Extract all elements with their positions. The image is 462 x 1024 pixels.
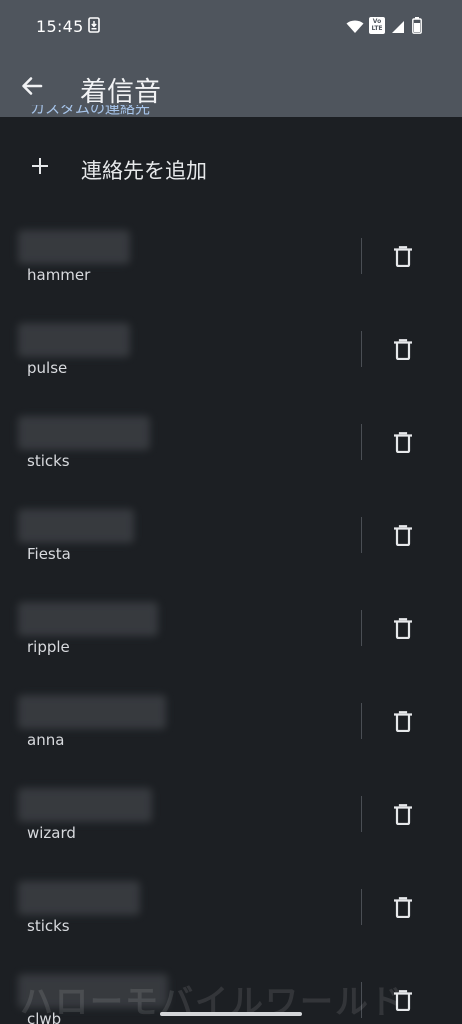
app-bar: 15:45 Vo LTE 着信音 [0,0,462,117]
ringtone-name: wizard [27,824,76,842]
contact-name-redacted [18,509,134,543]
section-header-partial: カスタムの連絡先 [30,105,151,117]
divider [361,238,362,274]
volte-icon: Vo LTE [369,17,385,34]
contact-name-redacted [18,881,140,915]
cellular-signal-icon [391,19,405,38]
divider [361,610,362,646]
back-button[interactable] [16,70,48,102]
ringtone-name: hammer [27,266,91,284]
contact-name-redacted [18,416,150,450]
trash-icon [394,710,412,732]
gesture-home-indicator[interactable] [160,1012,302,1016]
trash-icon [394,245,412,267]
ringtone-name: sticks [27,452,70,470]
divider [361,889,362,925]
add-contact-button[interactable]: 連絡先を追加 [0,146,462,194]
trash-icon [394,896,412,918]
contact-row[interactable]: ripple [0,594,462,687]
contact-row[interactable]: Fiesta [0,501,462,594]
divider [361,517,362,553]
contact-row[interactable]: pulse [0,315,462,408]
delete-button[interactable] [389,800,417,828]
contact-name-redacted [18,230,130,264]
trash-icon [394,431,412,453]
trash-icon [394,338,412,360]
delete-button[interactable] [389,428,417,456]
trash-icon [394,524,412,546]
delete-button[interactable] [389,335,417,363]
page-title: 着信音 [80,77,161,108]
contact-row[interactable]: wizard [0,780,462,873]
ringtone-name: pulse [27,359,68,377]
download-notification-icon [88,17,100,37]
arrow-back-icon [22,77,43,95]
trash-icon [394,617,412,639]
status-bar: 15:45 Vo LTE [0,0,462,52]
ringtone-name: ripple [27,638,70,656]
battery-icon [412,17,422,38]
divider [361,703,362,739]
contact-name-redacted [18,602,158,636]
delete-button[interactable] [389,521,417,549]
ringtone-name: sticks [27,917,70,935]
contact-row[interactable]: hammer [0,222,462,315]
delete-button[interactable] [389,242,417,270]
status-time: 15:45 [36,17,84,36]
divider [361,424,362,460]
add-contact-label: 連絡先を追加 [81,159,207,183]
contact-name-redacted [18,695,166,729]
delete-button[interactable] [389,893,417,921]
delete-button[interactable] [389,614,417,642]
ringtone-name: anna [27,731,65,749]
contact-row[interactable]: sticks [0,873,462,966]
divider [361,331,362,367]
ringtone-name: Fiesta [27,545,71,563]
plus-icon [32,158,48,174]
contact-name-redacted [18,788,152,822]
trash-icon [394,803,412,825]
contact-row[interactable]: sticks [0,408,462,501]
divider [361,796,362,832]
delete-button[interactable] [389,707,417,735]
wifi-icon [346,19,364,38]
contact-name-redacted [18,323,130,357]
contact-row[interactable]: anna [0,687,462,780]
